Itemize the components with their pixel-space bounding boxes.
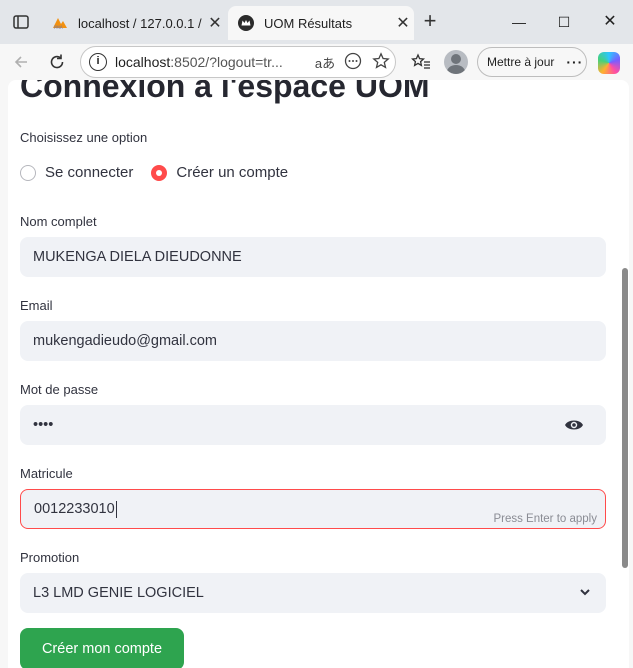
url-text: localhost:8502/?logout=tr...: [115, 54, 283, 70]
radio-unchecked-icon: [20, 164, 36, 181]
name-value: MUKENGA DIELA DIEUDONNE: [33, 249, 242, 265]
phpmyadmin-icon: PMA: [52, 15, 68, 31]
scrollbar[interactable]: [622, 268, 628, 568]
svg-text:PMA: PMA: [54, 25, 63, 30]
menu-dots-icon[interactable]: ···: [566, 54, 583, 70]
text-cursor: [115, 500, 117, 518]
maximize-icon[interactable]: ☐: [541, 8, 587, 36]
option-label: Choisissez une option: [20, 130, 148, 145]
new-tab-icon[interactable]: +: [418, 10, 442, 34]
site-info-icon[interactable]: i: [89, 53, 107, 71]
radio-creer-compte[interactable]: Créer un compte: [151, 164, 288, 181]
radio-checked-icon: [151, 164, 168, 181]
name-input[interactable]: MUKENGA DIELA DIEUDONNE: [20, 237, 606, 277]
create-account-button[interactable]: Créer mon compte: [20, 628, 184, 668]
email-input[interactable]: mukengadieudo@gmail.com: [20, 321, 606, 361]
matricule-value: 0012233010: [34, 501, 115, 517]
matricule-input[interactable]: 0012233010 Press Enter to apply: [20, 489, 606, 529]
password-input[interactable]: ••••: [20, 405, 606, 445]
tab-actions-icon: [13, 15, 29, 29]
tab-title: localhost / 127.0.0.1 / u: [78, 15, 204, 31]
email-value: mukengadieudo@gmail.com: [33, 333, 217, 349]
copilot-icon[interactable]: [598, 52, 620, 74]
tab-actions-button[interactable]: [8, 10, 34, 34]
page-content: Connexion à l'espace UOM Choisissez une …: [8, 80, 629, 668]
tab-title: UOM Résultats: [264, 15, 353, 31]
promotion-label: Promotion: [20, 550, 80, 565]
promotion-value: L3 LMD GENIE LOGICIEL: [33, 585, 204, 601]
tab-uom[interactable]: UOM Résultats ✕: [228, 6, 414, 40]
name-label: Nom complet: [20, 214, 97, 229]
profile-avatar-icon[interactable]: [444, 50, 468, 74]
favorite-star-icon[interactable]: [367, 51, 395, 73]
page-title: Connexion à l'espace UOM: [20, 80, 430, 104]
back-icon[interactable]: [8, 49, 34, 75]
tab-bar: PMA localhost / 127.0.0.1 / u ✕ UOM Résu…: [0, 0, 633, 44]
crown-icon: [238, 15, 254, 31]
radio-label: Créer un compte: [176, 164, 289, 181]
read-aloud-icon[interactable]: aあ: [311, 53, 339, 72]
tab-phpmyadmin[interactable]: PMA localhost / 127.0.0.1 / u ✕: [44, 6, 226, 40]
close-tab-icon[interactable]: ✕: [392, 13, 414, 33]
reload-icon[interactable]: [44, 49, 70, 75]
update-button[interactable]: Mettre à jour ···: [477, 47, 587, 77]
input-hint: Press Enter to apply: [493, 513, 597, 525]
close-tab-icon[interactable]: ✕: [204, 13, 226, 33]
email-label: Email: [20, 298, 53, 313]
promotion-select[interactable]: L3 LMD GENIE LOGICIEL: [20, 573, 606, 613]
minimize-icon[interactable]: —: [496, 8, 542, 36]
chevron-down-icon: [580, 589, 590, 596]
radio-label: Se connecter: [45, 164, 134, 181]
address-bar-row: i localhost:8502/?logout=tr... aあ Mettre…: [0, 44, 633, 80]
address-bar[interactable]: i localhost:8502/?logout=tr... aあ: [80, 46, 396, 78]
auth-mode-radio-group: Se connecter Créer un compte: [20, 164, 306, 181]
radio-se-connecter[interactable]: Se connecter: [20, 164, 133, 181]
matricule-label: Matricule: [20, 466, 73, 481]
password-value: ••••: [33, 417, 54, 433]
browser-window: PMA localhost / 127.0.0.1 / u ✕ UOM Résu…: [0, 0, 633, 668]
password-label: Mot de passe: [20, 382, 99, 397]
close-window-icon[interactable]: ✕: [587, 8, 633, 36]
more-options-icon[interactable]: [339, 52, 367, 73]
show-password-icon[interactable]: [564, 417, 584, 433]
favorites-list-icon[interactable]: [408, 49, 434, 75]
update-label: Mettre à jour: [487, 55, 555, 69]
